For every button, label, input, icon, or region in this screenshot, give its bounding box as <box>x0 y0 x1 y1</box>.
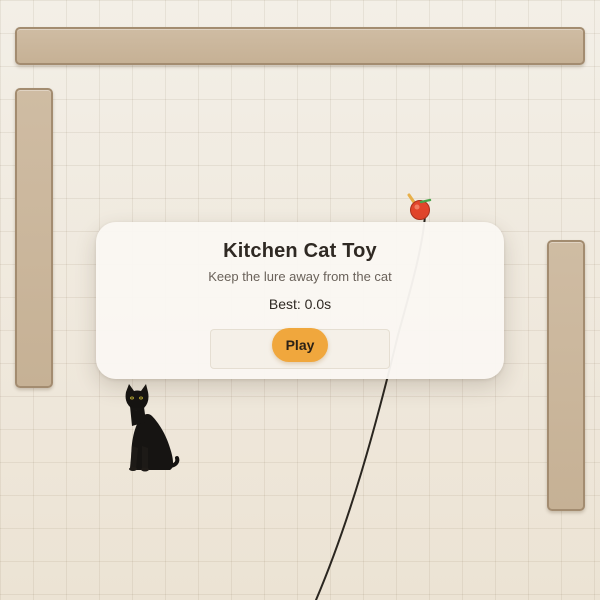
best-score: Best: 0.0s <box>268 296 332 312</box>
game-subtitle: Keep the lure away from the cat <box>208 269 392 284</box>
game-title: Kitchen Cat Toy <box>223 240 377 262</box>
lure-toy[interactable] <box>404 192 436 224</box>
cat <box>122 382 182 472</box>
play-button[interactable]: Play <box>272 328 328 362</box>
lure-ball-icon <box>407 193 432 220</box>
cat-icon <box>125 384 180 472</box>
start-overlay-card: Kitchen Cat Toy Keep the lure away from … <box>96 222 504 379</box>
